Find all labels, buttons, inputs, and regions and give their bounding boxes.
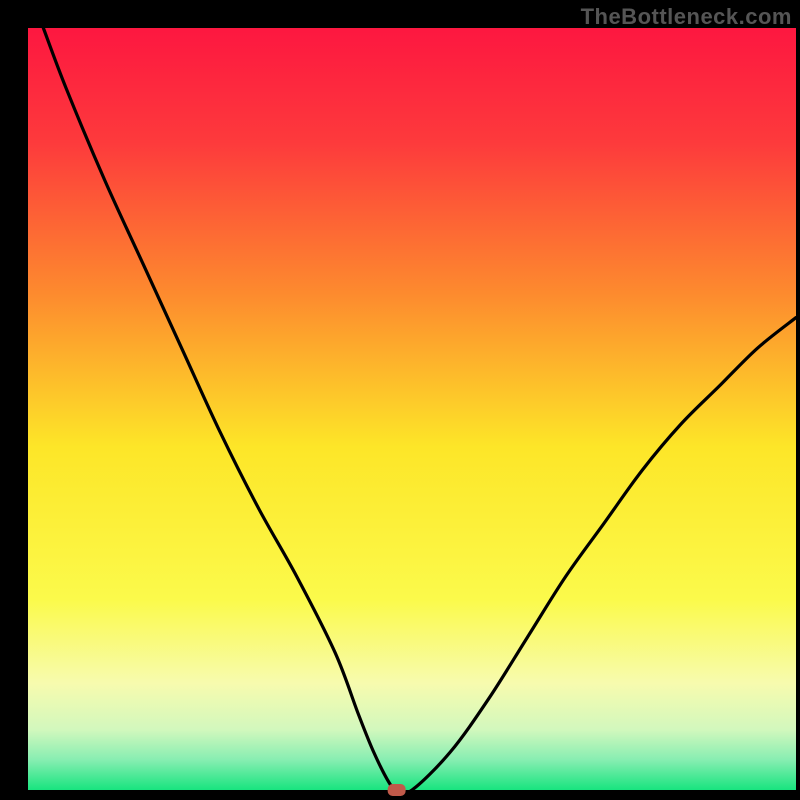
minimum-marker	[388, 784, 406, 796]
watermark-text: TheBottleneck.com	[581, 4, 792, 30]
chart-svg	[0, 0, 800, 800]
bottleneck-chart: TheBottleneck.com	[0, 0, 800, 800]
plot-background	[28, 28, 796, 790]
